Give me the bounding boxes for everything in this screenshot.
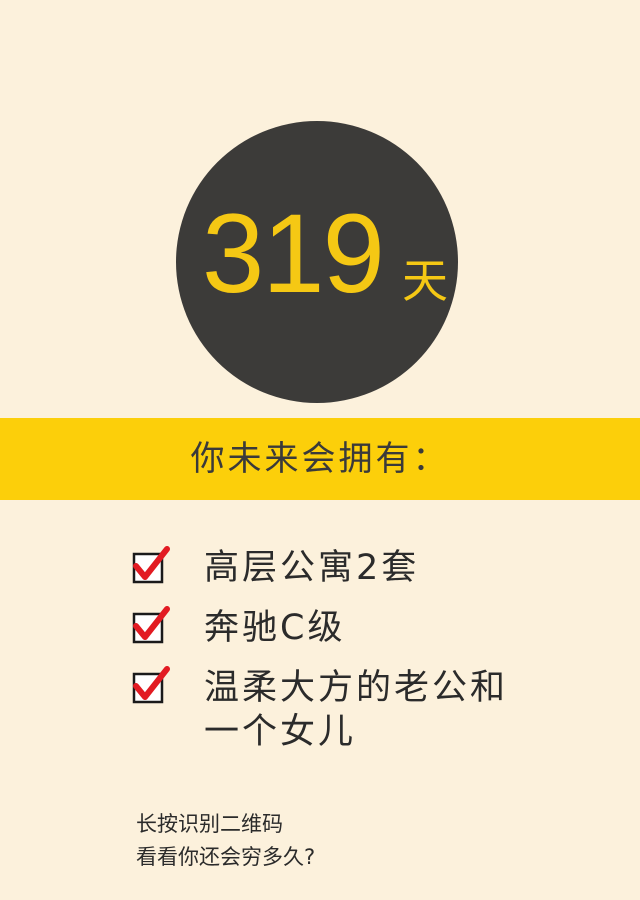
list-item-text: 温柔大方的老公和 一个女儿 [204,668,509,752]
list-item-text: 奔驰C级 [204,608,346,648]
list-item-text: 高层公寓2套 [204,548,420,588]
footer-line: 看看你还会穷多久? [136,845,316,869]
countdown-unit: 天 [402,254,448,308]
checkmark-icon [132,546,170,584]
banner: 你未来会拥有： [0,418,640,500]
footer-text: 长按识别二维码 看看你还会穷多久? [136,808,315,874]
footer-line: 长按识别二维码 [136,812,283,836]
countdown-number: 319 [202,191,385,316]
checkmark-icon [132,666,170,704]
banner-text: 你未来会拥有： [190,439,450,479]
checkmark-icon [132,606,170,644]
